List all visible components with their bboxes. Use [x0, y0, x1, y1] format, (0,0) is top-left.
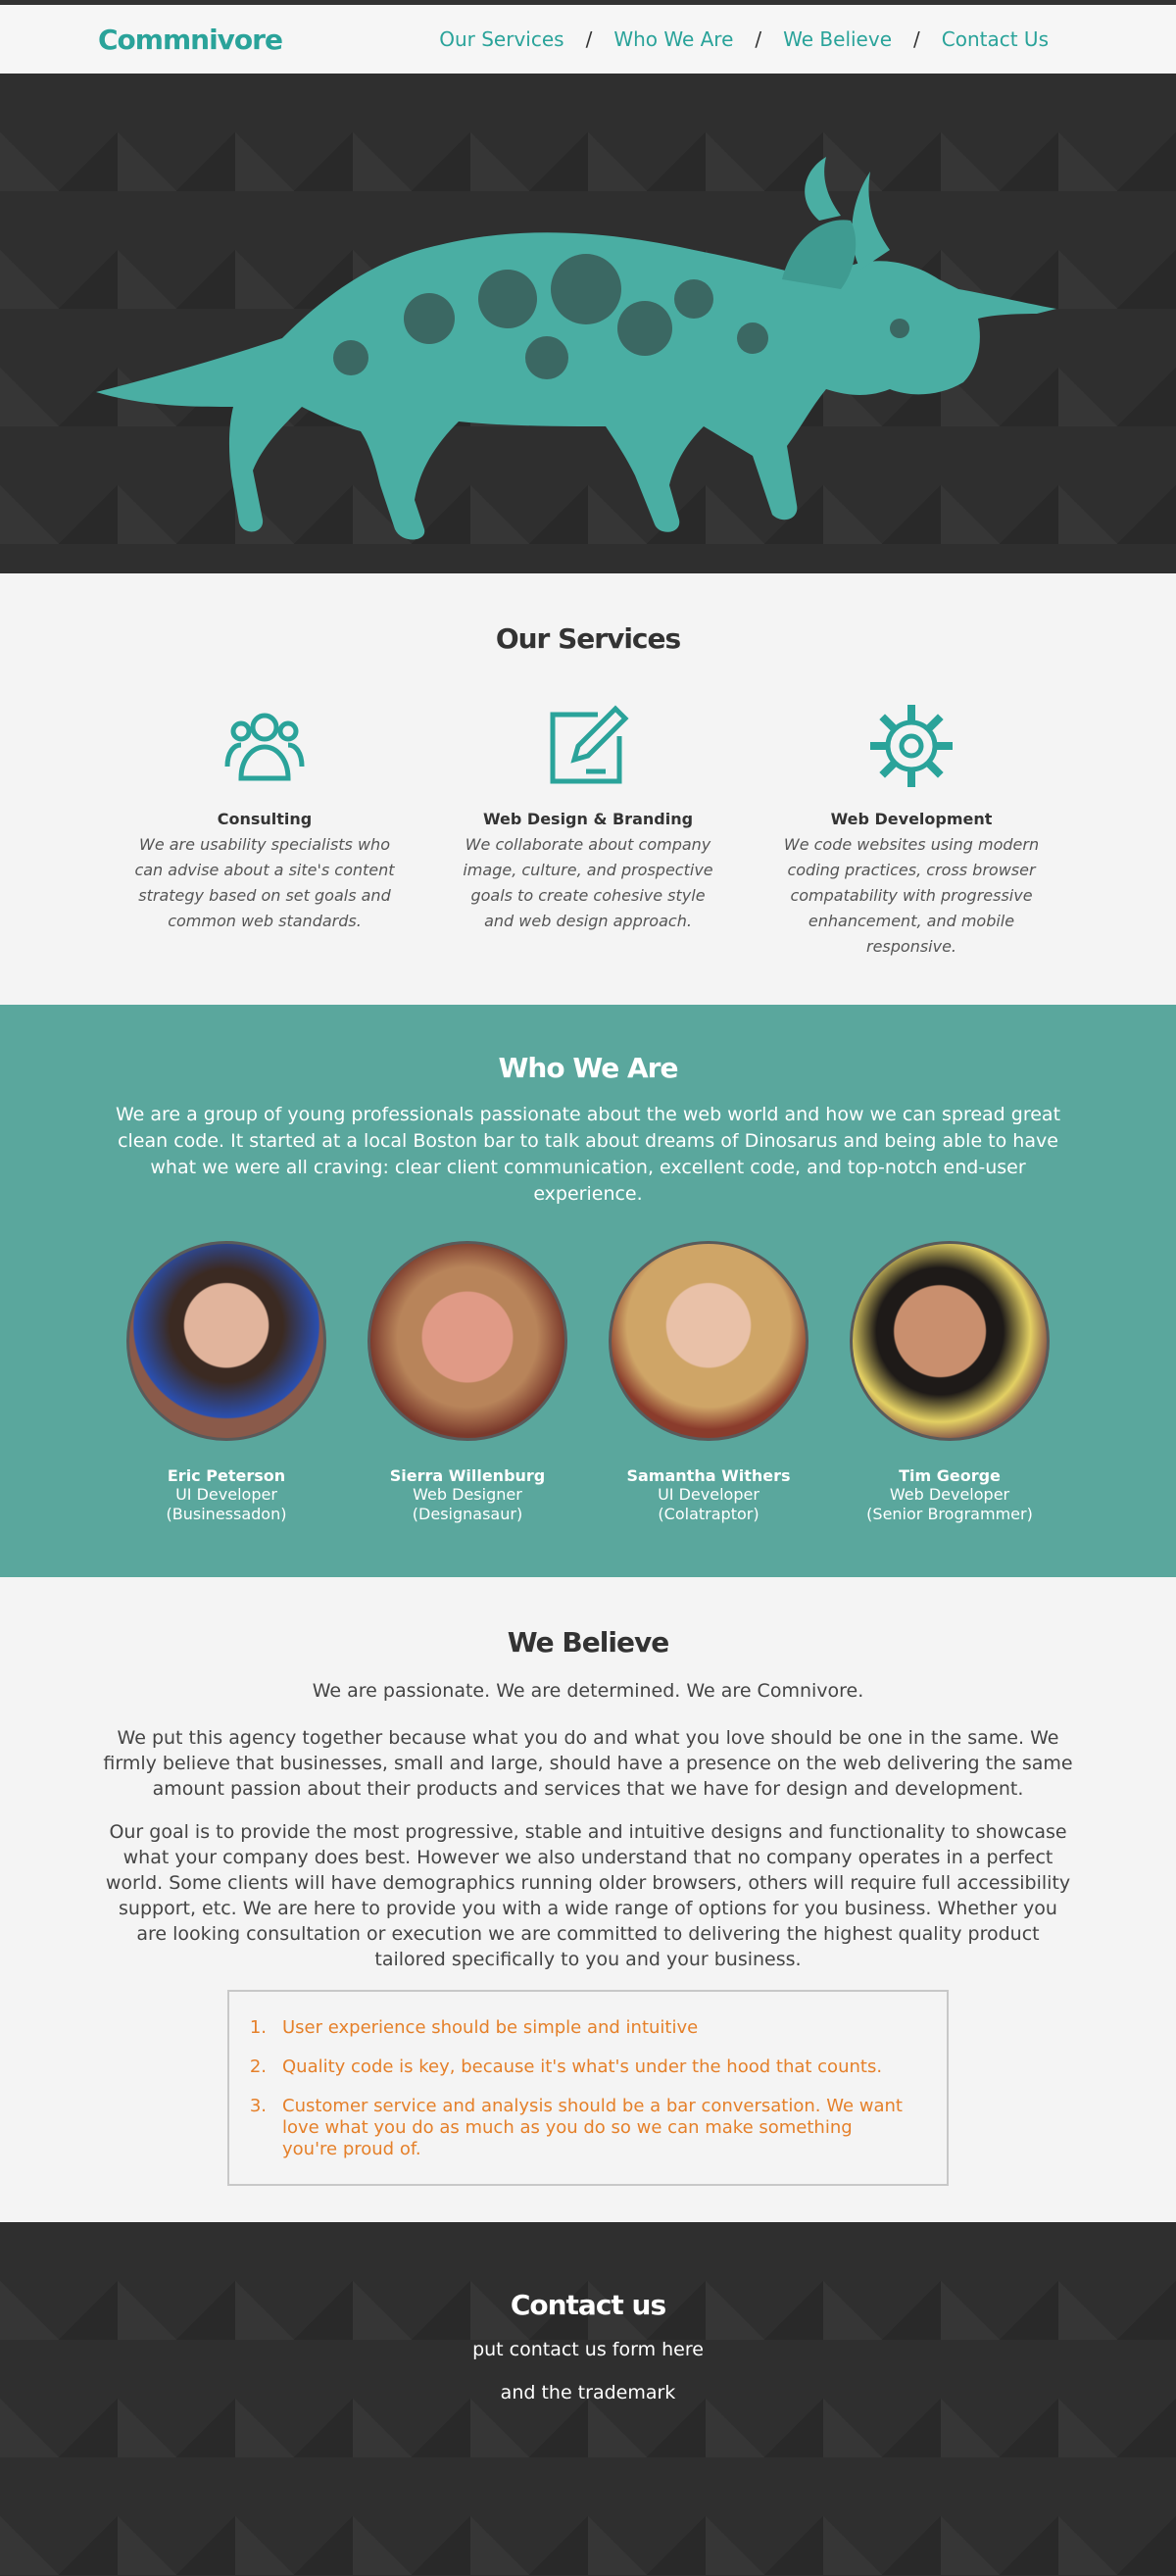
service-web-dev: Web Development We code websites using m…	[779, 702, 1044, 960]
believe-title: We Believe	[507, 1626, 669, 1659]
nav-separator: /	[585, 27, 593, 51]
team-member-tim: Tim George Web Developer (Senior Brogram…	[850, 1241, 1050, 1524]
list-number: 1.	[249, 2017, 267, 2038]
list-text: Customer service and analysis should be …	[282, 2096, 903, 2159]
member-alias: (Colatraptor)	[658, 1505, 760, 1523]
member-alias: (Designasaur)	[412, 1505, 523, 1523]
gear-icon	[779, 702, 1044, 790]
list-item: 3. Customer service and analysis should …	[249, 2096, 907, 2160]
service-title: Web Design & Branding	[482, 810, 694, 828]
site-header: Commnivore Our Services / Who We Are / W…	[0, 5, 1176, 74]
member-role: Web Developer	[889, 1485, 1010, 1504]
who-title: Who We Are	[498, 1052, 679, 1084]
avatar	[609, 1241, 808, 1441]
team-list: Eric Peterson UI Developer (Businessadon…	[0, 1241, 1176, 1524]
list-item: 2. Quality code is key, because it's wha…	[249, 2056, 907, 2078]
believe-lead: We are passionate. We are determined. We…	[312, 1680, 864, 1702]
site-logo[interactable]: Commnivore	[98, 24, 283, 56]
list-number: 2.	[249, 2056, 267, 2077]
member-name: Tim George	[899, 1466, 1001, 1485]
avatar	[850, 1241, 1050, 1441]
services-title: Our Services	[495, 622, 681, 655]
nav-separator: /	[755, 27, 762, 51]
service-title: Consulting	[217, 810, 313, 828]
edit-icon	[456, 702, 720, 790]
list-item: 1. User experience should be simple and …	[249, 2017, 907, 2039]
service-web-design: Web Design & Branding We collaborate abo…	[456, 702, 720, 960]
hero-banner	[0, 74, 1176, 573]
trademark-text: and the trademark	[500, 2382, 676, 2403]
member-role: UI Developer	[658, 1485, 760, 1504]
member-name: Samantha Withers	[626, 1466, 791, 1485]
nav-we-believe[interactable]: We Believe	[783, 27, 892, 51]
nav-who-we-are[interactable]: Who We Are	[613, 27, 733, 51]
people-icon	[132, 702, 397, 790]
avatar	[126, 1241, 326, 1441]
member-alias: (Senior Brogrammer)	[866, 1505, 1033, 1523]
believe-paragraph: Our goal is to provide the most progress…	[105, 1821, 1071, 1970]
services-section: Our Services Consulting We are usability…	[0, 573, 1176, 1005]
service-title: Web Development	[830, 810, 993, 828]
nav-contact-us[interactable]: Contact Us	[942, 27, 1049, 51]
list-text: User experience should be simple and int…	[282, 2017, 699, 2038]
team-member-samantha: Samantha Withers UI Developer (Colatrapt…	[609, 1241, 808, 1524]
avatar	[368, 1241, 567, 1441]
we-believe-section: We Believe We are passionate. We are det…	[0, 1577, 1176, 2222]
goals-list: 1. User experience should be simple and …	[227, 1990, 949, 2186]
service-desc: We code websites using modern coding pra…	[783, 835, 1040, 956]
team-member-eric: Eric Peterson UI Developer (Businessadon…	[126, 1241, 326, 1524]
services-list: Consulting We are usability specialists …	[0, 702, 1176, 960]
member-name: Eric Peterson	[167, 1466, 286, 1485]
who-intro: We are a group of young professionals pa…	[115, 1104, 1061, 1205]
main-nav: Our Services / Who We Are / We Believe /…	[439, 27, 1049, 51]
nav-our-services[interactable]: Our Services	[439, 27, 564, 51]
member-name: Sierra Willenburg	[389, 1466, 546, 1485]
believe-paragraph: We put this agency together because what…	[103, 1727, 1073, 1800]
member-role: Web Designer	[413, 1485, 522, 1504]
contact-section: Contact us put contact us form here and …	[0, 2222, 1176, 2576]
nav-separator: /	[913, 27, 920, 51]
member-alias: (Businessadon)	[166, 1505, 287, 1523]
who-we-are-section: Who We Are We are a group of young profe…	[0, 1005, 1176, 1577]
contact-placeholder: put contact us form here	[472, 2339, 704, 2360]
team-member-sierra: Sierra Willenburg Web Designer (Designas…	[368, 1241, 567, 1524]
list-number: 3.	[249, 2096, 267, 2116]
member-role: UI Developer	[175, 1485, 277, 1504]
contact-title: Contact us	[510, 2289, 666, 2321]
service-consulting: Consulting We are usability specialists …	[132, 702, 397, 960]
service-desc: We are usability specialists who can adv…	[134, 835, 395, 930]
triceratops-illustration	[96, 157, 1056, 540]
service-desc: We collaborate about company image, cult…	[463, 835, 713, 930]
list-text: Quality code is key, because it's what's…	[282, 2056, 883, 2077]
